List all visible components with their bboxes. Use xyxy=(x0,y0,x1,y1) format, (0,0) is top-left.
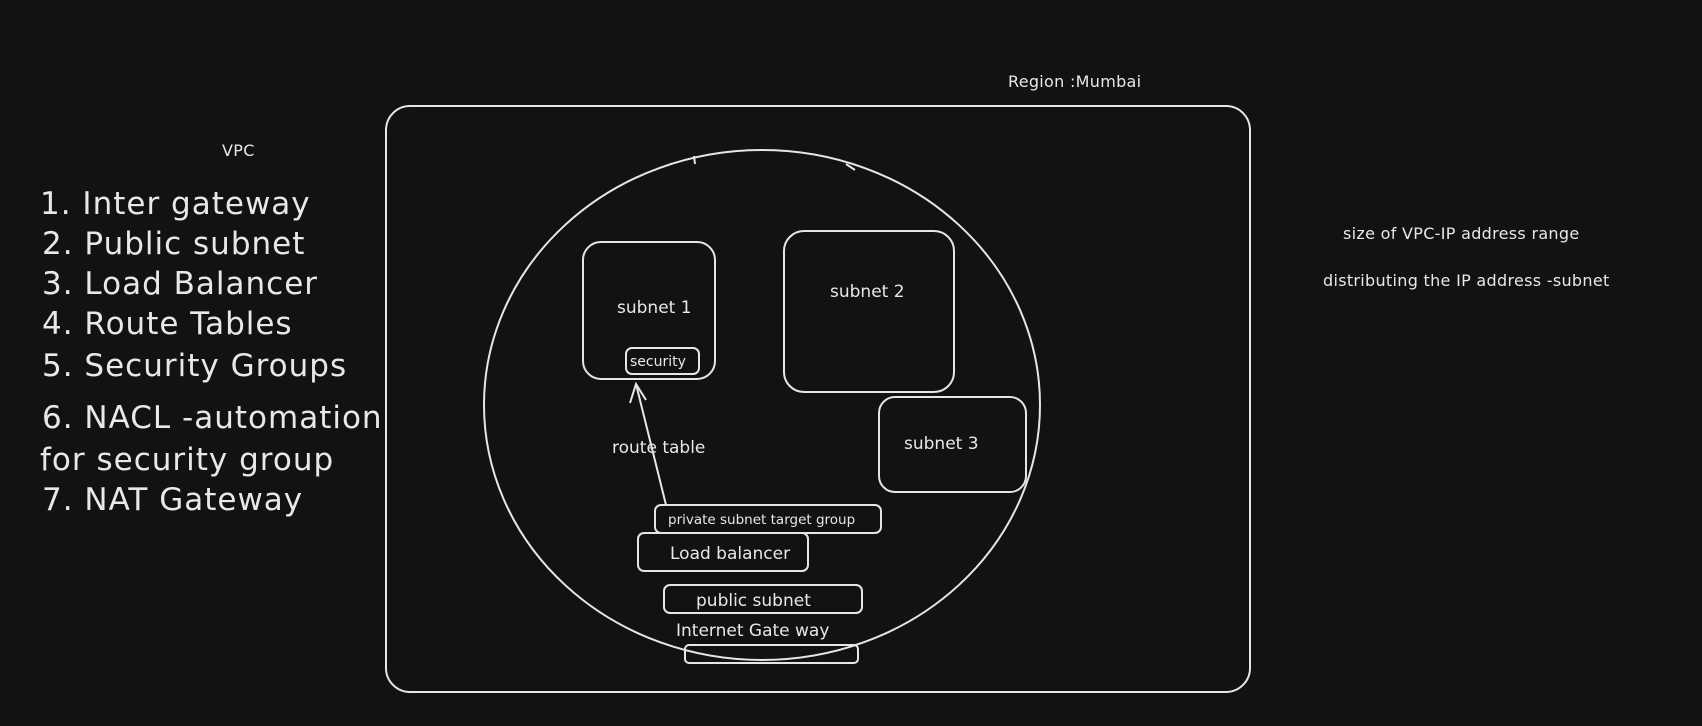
list-item-3: 3. Load Balancer xyxy=(42,266,319,302)
list-item-4: 4. Route Tables xyxy=(42,306,293,342)
security-label: security xyxy=(630,354,686,370)
circle-tick-1 xyxy=(693,155,696,165)
list-item-7: 7. NAT Gateway xyxy=(42,482,304,518)
vpc-circle xyxy=(483,149,1041,661)
list-item-2: 2. Public subnet xyxy=(42,226,306,262)
list-item-1: 1. Inter gateway xyxy=(40,186,311,222)
list-item-5: 5. Security Groups xyxy=(42,348,348,384)
note-vpc-ip-range: size of VPC-IP address range xyxy=(1343,224,1580,243)
subnet2-label: subnet 2 xyxy=(830,282,905,302)
route-table-label: route table xyxy=(612,438,706,458)
subnet1-label: subnet 1 xyxy=(617,298,692,318)
subnet3-label: subnet 3 xyxy=(904,434,979,454)
private-target-label: private subnet target group xyxy=(668,512,856,528)
load-balancer-label: Load balancer xyxy=(670,544,791,564)
note-distributing-ip: distributing the IP address -subnet xyxy=(1323,271,1610,290)
subnet2-box xyxy=(783,230,955,393)
list-item-6-cont: for security group xyxy=(40,442,335,478)
public-subnet-label: public subnet xyxy=(696,591,811,611)
region-box xyxy=(385,105,1251,693)
list-item-6: 6. NACL -automation xyxy=(42,400,383,436)
vpc-title: VPC xyxy=(222,141,255,160)
internet-gateway-label: Internet Gate way xyxy=(676,621,830,641)
region-label: Region :Mumbai xyxy=(1008,72,1142,91)
